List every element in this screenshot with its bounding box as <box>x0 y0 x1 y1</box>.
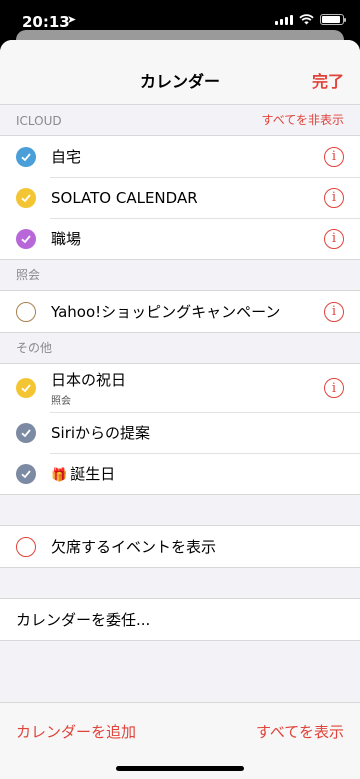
info-icon[interactable]: i <box>324 146 344 167</box>
calendar-row-birthdays[interactable]: 🎁 誕生日 <box>0 453 360 494</box>
section-label-shared: 照会 <box>16 268 41 282</box>
hide-all-button[interactable]: すべてを非表示 <box>262 111 344 128</box>
section-label-icloud: ICLOUD <box>16 114 62 128</box>
cellular-signal-icon <box>275 14 293 25</box>
wifi-icon <box>299 14 314 25</box>
checkmark-icon[interactable] <box>16 146 36 167</box>
icloud-calendar-list: 自宅 i SOLATO CALENDAR i 職場 i <box>0 135 360 260</box>
add-calendar-button[interactable]: カレンダーを追加 <box>16 721 136 742</box>
checkmark-icon[interactable] <box>16 422 36 443</box>
declined-events-group: 欠席するイベントを表示 <box>0 525 360 568</box>
calendar-name: 誕生日 <box>70 465 116 483</box>
done-button[interactable]: 完了 <box>312 68 344 92</box>
show-all-button[interactable]: すべてを表示 <box>256 721 344 742</box>
calendar-row-holidays[interactable]: 日本の祝日 照会 i <box>0 364 360 412</box>
unchecked-circle-icon[interactable] <box>16 536 36 557</box>
calendar-name-block: 日本の祝日 照会 <box>51 369 126 407</box>
gift-icon: 🎁 <box>51 468 68 483</box>
checkmark-icon[interactable] <box>16 463 36 484</box>
calendar-name: Siriからの提案 <box>51 424 151 442</box>
calendar-name: 職場 <box>51 230 82 248</box>
info-icon[interactable]: i <box>324 378 344 398</box>
section-header-icloud: ICLOUD すべてを非表示 <box>0 105 360 135</box>
calendar-name: SOLATO CALENDAR <box>51 188 198 207</box>
bottom-toolbar: カレンダーを追加 すべてを表示 <box>0 702 360 779</box>
info-icon[interactable]: i <box>324 228 344 249</box>
shared-calendar-list: Yahoo!ショッピングキャンペーン i <box>0 290 360 333</box>
section-header-other: その他 <box>0 333 360 363</box>
delegate-calendar-button[interactable]: カレンダーを委任... <box>0 599 360 640</box>
location-arrow-icon: ➤ <box>67 13 77 26</box>
battery-icon <box>320 14 346 25</box>
checkmark-icon[interactable] <box>16 378 36 398</box>
show-declined-events-toggle[interactable]: 欠席するイベントを表示 <box>0 526 360 567</box>
checkmark-icon[interactable] <box>16 187 36 208</box>
calendar-subtitle: 照会 <box>51 396 71 407</box>
calendar-name: 日本の祝日 <box>51 371 127 389</box>
calendar-row-work[interactable]: 職場 i <box>0 218 360 259</box>
section-header-shared: 照会 <box>0 260 360 290</box>
info-icon[interactable]: i <box>324 301 344 322</box>
delegate-group: カレンダーを委任... <box>0 598 360 641</box>
calendar-row-siri[interactable]: Siriからの提案 <box>0 412 360 453</box>
section-label-other: その他 <box>16 341 53 355</box>
calendar-row-home[interactable]: 自宅 i <box>0 136 360 177</box>
declined-events-label: 欠席するイベントを表示 <box>51 538 217 556</box>
page-title: カレンダー <box>139 72 220 91</box>
status-icons <box>275 14 346 25</box>
home-indicator <box>116 766 244 771</box>
calendar-name-with-icon: 🎁 誕生日 <box>51 463 115 484</box>
calendar-sheet: カレンダー 完了 ICLOUD すべてを非表示 自宅 i SOLATO CALE… <box>0 40 360 779</box>
nav-bar: カレンダー 完了 <box>0 40 360 105</box>
other-calendar-list: 日本の祝日 照会 i Siriからの提案 🎁 誕生日 <box>0 363 360 495</box>
calendar-name: 自宅 <box>51 148 82 166</box>
checkmark-icon[interactable] <box>16 228 36 249</box>
status-time: 20:13 <box>22 13 70 31</box>
calendar-row-solato[interactable]: SOLATO CALENDAR i <box>0 177 360 218</box>
calendar-name: Yahoo!ショッピングキャンペーン <box>51 303 281 321</box>
info-icon[interactable]: i <box>324 187 344 208</box>
calendar-row-yahoo[interactable]: Yahoo!ショッピングキャンペーン i <box>0 291 360 332</box>
unchecked-circle-icon[interactable] <box>16 301 36 322</box>
